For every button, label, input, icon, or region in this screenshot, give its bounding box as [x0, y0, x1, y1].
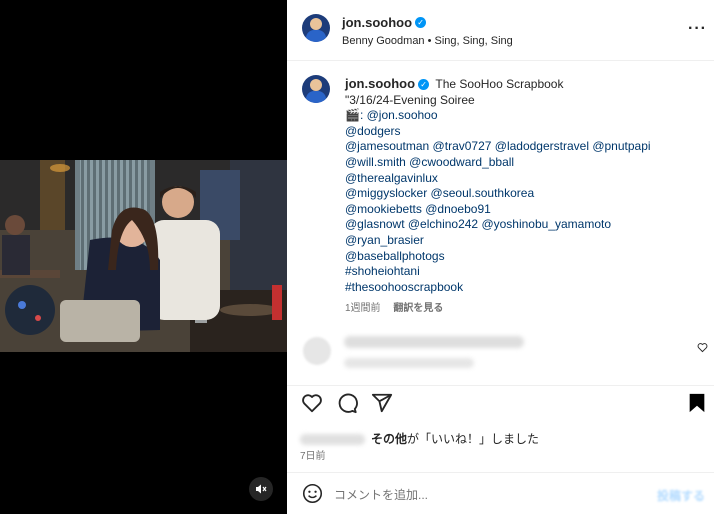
comment-input[interactable] [332, 484, 626, 506]
caption-hashtag-line[interactable]: #shoheiohtani [345, 264, 705, 280]
caption-mention-line[interactable]: @miggyslocker @seoul.southkorea [345, 186, 705, 202]
photo-image [0, 160, 287, 352]
caption-title: The SooHoo Scrapbook [435, 77, 564, 91]
author-avatar[interactable] [302, 14, 330, 42]
likes-summary: その他が「いいね！」しました [300, 430, 539, 447]
heart-icon[interactable] [301, 392, 323, 414]
more-options-icon[interactable]: ··· [688, 20, 707, 38]
translate-button[interactable]: 翻訳を見る [393, 303, 443, 314]
post-side-panel: jon.soohoo ✓ Benny Goodman • Sing, Sing, … [287, 0, 714, 514]
post-header: jon.soohoo ✓ Benny Goodman • Sing, Sing, … [287, 0, 714, 61]
caption-line: "3/16/24-Evening Soiree [345, 92, 475, 107]
comment-text-blurred [344, 336, 524, 348]
emoji-icon[interactable] [302, 483, 323, 504]
caption-line[interactable]: 🎬: @jon.soohoo [345, 108, 705, 124]
caption-mention-line[interactable]: @therealgavinlux [345, 171, 705, 187]
share-icon[interactable] [371, 392, 393, 414]
comment-meta-blurred [344, 358, 474, 368]
caption-time: 1週間前 [345, 303, 381, 314]
likes-others[interactable]: その他 [371, 432, 407, 446]
likes-suffix: が「いいね！」しました [407, 432, 540, 446]
caption-header-line: jon.soohoo ✓ The SooHoo Scrapbook [345, 76, 705, 93]
caption-mention-line[interactable]: @dodgers [345, 124, 705, 140]
post-date: 7日前 [300, 451, 326, 462]
caption-mention-line[interactable]: @will.smith @cwoodward_bball [345, 155, 705, 171]
bookmark-icon[interactable] [687, 392, 707, 414]
verified-badge-icon: ✓ [418, 79, 430, 91]
mute-toggle-button[interactable] [249, 477, 273, 501]
caption-mention-line[interactable]: @ryan_brasier [345, 233, 705, 249]
author-line: jon.soohoo ✓ [342, 14, 427, 32]
comment-like-heart-icon[interactable] [697, 342, 708, 353]
caption-hashtag-line[interactable]: #thesoohooscrapbook [345, 280, 705, 296]
caption-author-avatar[interactable] [302, 75, 330, 103]
mute-icon [256, 484, 267, 494]
post-actions [287, 388, 714, 424]
comment-icon[interactable] [336, 392, 358, 414]
post-caption: jon.soohoo ✓ The SooHoo Scrapbook "3/16/2… [287, 61, 714, 321]
post-photo [0, 160, 287, 352]
comment-item [287, 325, 714, 386]
caption-mention-line[interactable]: @jamesoutman @trav0727 @ladodgerstravel … [345, 139, 705, 155]
caption-mention-line[interactable]: @baseballphotogs [345, 249, 705, 265]
verified-badge-icon: ✓ [415, 17, 427, 29]
caption-mention-line[interactable]: @glasnowt @elchino242 @yoshinobu_yamamot… [345, 217, 705, 233]
post-media [0, 0, 287, 514]
music-info[interactable]: Benny Goodman • Sing, Sing, Sing [342, 35, 513, 47]
commenter-avatar[interactable] [303, 337, 331, 365]
author-username[interactable]: jon.soohoo [342, 15, 412, 30]
caption-mention-line[interactable]: @mookiebetts @dnoebo91 [345, 202, 705, 218]
caption-author-username[interactable]: jon.soohoo [345, 76, 415, 91]
caption-meta: 1週間前 翻訳を見る [345, 299, 443, 314]
liker-name-blurred[interactable] [300, 434, 365, 446]
post-comment-button[interactable]: 投稿する [657, 487, 705, 504]
caption-text: jon.soohoo ✓ The SooHoo Scrapbook "3/16/2… [345, 76, 705, 295]
add-comment-bar: 投稿する [287, 472, 714, 515]
